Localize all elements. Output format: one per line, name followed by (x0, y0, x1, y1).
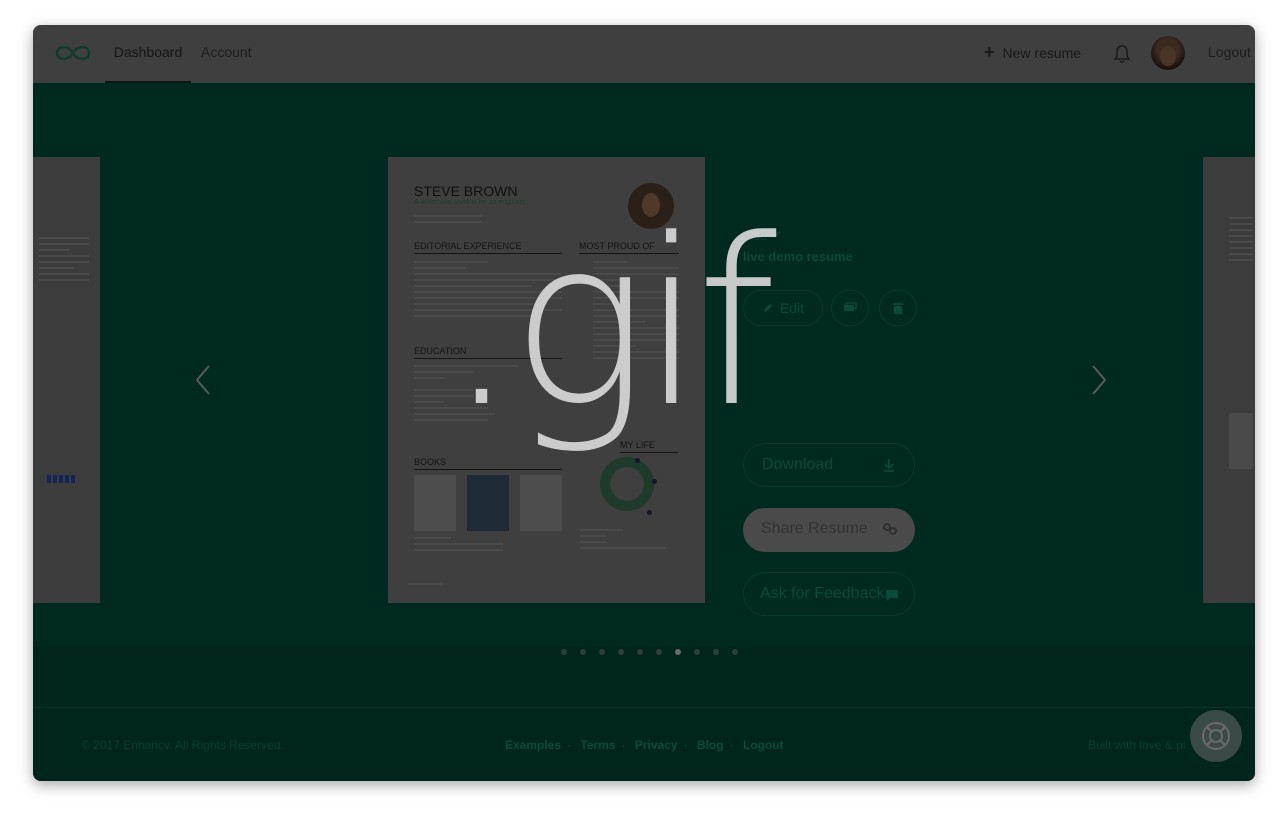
new-resume-label: New resume (1002, 45, 1082, 61)
chat-bubble-icon (886, 590, 898, 601)
share-label: Share Resume (761, 520, 868, 537)
top-navbar: Dashboard Account + New resume Logout (33, 25, 1255, 83)
feedback-label: Ask for Feedback (760, 585, 885, 602)
new-resume-button[interactable]: + New resume (984, 25, 1081, 83)
carousel-dot[interactable] (732, 649, 738, 655)
user-avatar[interactable] (1151, 36, 1185, 70)
ask-feedback-button[interactable]: Ask for Feedback (743, 572, 915, 616)
nav-dashboard[interactable]: Dashboard (105, 25, 191, 83)
carousel-dot[interactable] (713, 649, 719, 655)
edit-label: Edit (779, 300, 805, 316)
carousel-dot[interactable] (580, 649, 586, 655)
carousel-dot[interactable] (637, 649, 643, 655)
share-resume-button[interactable]: Share Resume (743, 508, 915, 552)
duplicate-button[interactable] (831, 290, 869, 326)
nav-account[interactable]: Account (201, 25, 252, 83)
plus-icon: + (984, 42, 995, 62)
carousel-dot[interactable] (694, 649, 700, 655)
life-donut-chart (600, 457, 654, 511)
footer-link-terms[interactable]: Terms (580, 738, 615, 752)
logo-icon[interactable] (53, 42, 93, 64)
logout-link[interactable]: Logout (1208, 25, 1251, 79)
download-icon (884, 459, 894, 472)
footer: © 2017 Enhancv. All Rights Reserved. Exa… (33, 707, 1255, 781)
footer-link-privacy[interactable]: Privacy (635, 738, 678, 752)
footer-link-examples[interactable]: Examples (505, 738, 561, 752)
chevron-left-icon[interactable] (193, 363, 213, 397)
previous-resume-thumbnail[interactable] (33, 157, 100, 603)
footer-links: Examples · Terms · Privacy · Blog · Logout (505, 738, 784, 752)
section-books: BOOKS (414, 457, 562, 470)
chevron-right-icon[interactable] (1089, 363, 1109, 397)
bell-icon[interactable] (1113, 44, 1131, 64)
footer-link-blog[interactable]: Blog (697, 738, 724, 752)
carousel-dot[interactable] (618, 649, 624, 655)
next-resume-thumbnail[interactable] (1203, 157, 1255, 603)
help-button[interactable] (1190, 710, 1242, 762)
gif-overlay-label: .gif (445, 191, 777, 458)
trash-icon (893, 303, 903, 314)
book-cover (520, 475, 562, 531)
carousel-dot[interactable] (675, 649, 681, 655)
link-icon (883, 523, 897, 535)
pencil-icon[interactable] (771, 229, 782, 240)
book-cover (467, 475, 509, 531)
delete-button[interactable] (879, 290, 917, 326)
built-with-text: Built with love & pi (1088, 738, 1186, 752)
carousel-dot[interactable] (656, 649, 662, 655)
lifebuoy-icon (1202, 722, 1230, 750)
footer-link-logout[interactable]: Logout (743, 738, 784, 752)
carousel-dot[interactable] (599, 649, 605, 655)
book-cover (414, 475, 456, 531)
carousel-dot[interactable] (561, 649, 567, 655)
copyright-text: © 2017 Enhancv. All Rights Reserved. (81, 738, 284, 752)
download-label: Download (762, 456, 834, 473)
copy-icon (844, 302, 857, 311)
